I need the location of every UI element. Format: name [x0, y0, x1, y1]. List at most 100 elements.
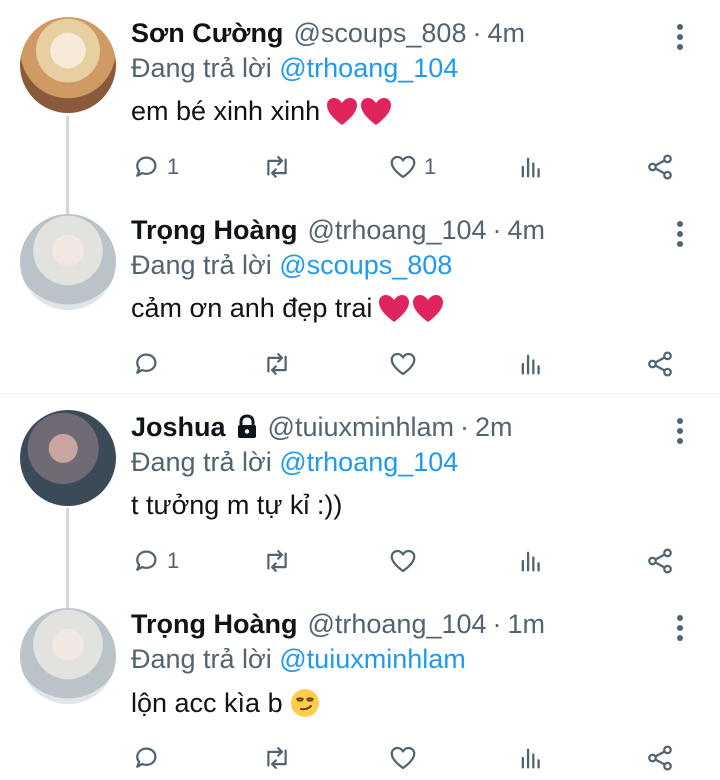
- avatar[interactable]: [20, 608, 116, 704]
- retweet-icon: [267, 353, 287, 375]
- share-icon: [648, 548, 672, 574]
- avatar[interactable]: [20, 17, 116, 113]
- lock-icon: [236, 414, 258, 440]
- red-heart-emoji-icon: [326, 97, 392, 127]
- heart-icon: [390, 549, 416, 573]
- replying-to: Đang trả lời @trhoang_104: [131, 447, 458, 478]
- analytics-icon: [521, 551, 540, 572]
- timestamp[interactable]: 1m: [508, 609, 546, 640]
- tweet-header: Trọng Hoàng @trhoang_104 · 4m: [131, 213, 545, 247]
- display-name[interactable]: Trọng Hoàng: [131, 609, 297, 640]
- user-handle[interactable]: @tuiuxminhlam: [268, 412, 454, 443]
- tweet-header: Sơn Cường @scoups_808 · 4m: [131, 16, 525, 50]
- reply-icon: [136, 156, 157, 177]
- tweet-text: em bé xinh xinh: [131, 96, 392, 127]
- display-name[interactable]: Sơn Cường: [131, 18, 283, 49]
- retweet-button[interactable]: [261, 150, 293, 184]
- tweet-text: lộn acc kìa b: [131, 687, 321, 719]
- tweet-2[interactable]: Trọng Hoàng @trhoang_104 · 4m Đang trả l…: [0, 197, 720, 393]
- views-button[interactable]: [517, 347, 545, 381]
- separator: ·: [492, 608, 502, 639]
- retweet-icon: [267, 747, 287, 769]
- user-handle[interactable]: @trhoang_104: [307, 609, 486, 640]
- tweet-text-content: cảm ơn anh đẹp trai: [131, 293, 373, 323]
- share-icon: [648, 351, 672, 377]
- timestamp[interactable]: 4m: [487, 18, 525, 49]
- heart-icon: [390, 746, 416, 770]
- timestamp[interactable]: 2m: [475, 412, 513, 443]
- mention-link[interactable]: @trhoang_104: [279, 447, 458, 477]
- more-vertical-icon[interactable]: [668, 219, 692, 249]
- share-button[interactable]: [645, 347, 675, 381]
- replying-to-prefix: Đang trả lời: [131, 447, 280, 477]
- retweet-button[interactable]: [261, 347, 293, 381]
- retweet-button[interactable]: [261, 741, 293, 775]
- tweet-text: cảm ơn anh đẹp trai: [131, 293, 444, 324]
- share-icon: [648, 154, 672, 180]
- tweet-header: Joshua @tuiuxminhlam · 2m: [131, 410, 513, 444]
- replying-to-prefix: Đang trả lời: [131, 250, 280, 280]
- heart-icon: [390, 352, 416, 376]
- separator: ·: [460, 411, 469, 442]
- replying-to: Đang trả lời @scoups_808: [131, 250, 452, 281]
- reply-button[interactable]: 1: [131, 150, 179, 184]
- display-name[interactable]: Joshua: [131, 412, 226, 443]
- retweet-button[interactable]: [261, 544, 293, 578]
- reply-button[interactable]: [131, 347, 167, 381]
- replying-to-prefix: Đang trả lời: [131, 53, 280, 83]
- share-button[interactable]: [645, 150, 675, 184]
- views-button[interactable]: [517, 150, 545, 184]
- share-icon: [648, 745, 672, 771]
- more-vertical-icon[interactable]: [668, 22, 692, 52]
- analytics-icon: [521, 748, 540, 769]
- tweet-4[interactable]: Trọng Hoàng @trhoang_104 · 1m Đang trả l…: [0, 591, 720, 780]
- reply-count: 1: [167, 154, 180, 179]
- retweet-icon: [267, 550, 287, 572]
- red-heart-emoji-icon: [378, 294, 444, 324]
- tweet-actions: [131, 347, 691, 381]
- avatar[interactable]: [20, 214, 116, 310]
- tweet-3[interactable]: Joshua @tuiuxminhlam · 2m Đang trả lời @…: [0, 394, 720, 608]
- like-button[interactable]: 1: [388, 150, 436, 184]
- more-vertical-icon[interactable]: [668, 416, 692, 446]
- heart-icon: [390, 155, 416, 179]
- tweet-text: t tưởng m tự kỉ :)): [131, 490, 342, 521]
- reply-button[interactable]: [131, 741, 167, 775]
- tweet-header: Trọng Hoàng @trhoang_104 · 1m: [131, 607, 545, 641]
- like-button[interactable]: [388, 544, 424, 578]
- mention-link[interactable]: @scoups_808: [279, 250, 452, 280]
- smirking-face-emoji-icon: [289, 687, 321, 719]
- replying-to-prefix: Đang trả lời: [131, 644, 280, 674]
- tweet-1[interactable]: Sơn Cường @scoups_808 · 4m Đang trả lời …: [0, 0, 720, 216]
- mention-link[interactable]: @trhoang_104: [279, 53, 458, 83]
- separator: ·: [492, 214, 502, 245]
- more-vertical-icon[interactable]: [668, 613, 692, 643]
- like-button[interactable]: [388, 741, 424, 775]
- views-button[interactable]: [517, 741, 545, 775]
- share-button[interactable]: [645, 544, 675, 578]
- tweet-text-content: em bé xinh xinh: [131, 96, 321, 126]
- reply-button[interactable]: 1: [131, 544, 179, 578]
- like-button[interactable]: [388, 347, 424, 381]
- reply-icon: [136, 550, 157, 571]
- share-button[interactable]: [645, 741, 675, 775]
- tweet-text-content: t tưởng m tự kỉ :)): [131, 490, 343, 520]
- tweet-text-content: lộn acc kìa b: [131, 687, 283, 718]
- tweet-actions: 1: [131, 544, 691, 578]
- user-handle[interactable]: @scoups_808: [293, 18, 466, 49]
- separator: ·: [472, 17, 482, 48]
- avatar[interactable]: [20, 410, 116, 506]
- reply-icon: [136, 353, 157, 374]
- analytics-icon: [521, 157, 540, 178]
- replying-to: Đang trả lời @trhoang_104: [131, 53, 458, 84]
- analytics-icon: [521, 354, 540, 375]
- like-count: 1: [424, 154, 437, 179]
- display-name[interactable]: Trọng Hoàng: [131, 215, 297, 246]
- views-button[interactable]: [517, 544, 545, 578]
- reply-icon: [136, 747, 157, 768]
- mention-link[interactable]: @tuiuxminhlam: [279, 644, 465, 674]
- tweet-actions: 1 1: [131, 150, 691, 184]
- timestamp[interactable]: 4m: [508, 215, 546, 246]
- reply-count: 1: [167, 548, 180, 573]
- user-handle[interactable]: @trhoang_104: [307, 215, 486, 246]
